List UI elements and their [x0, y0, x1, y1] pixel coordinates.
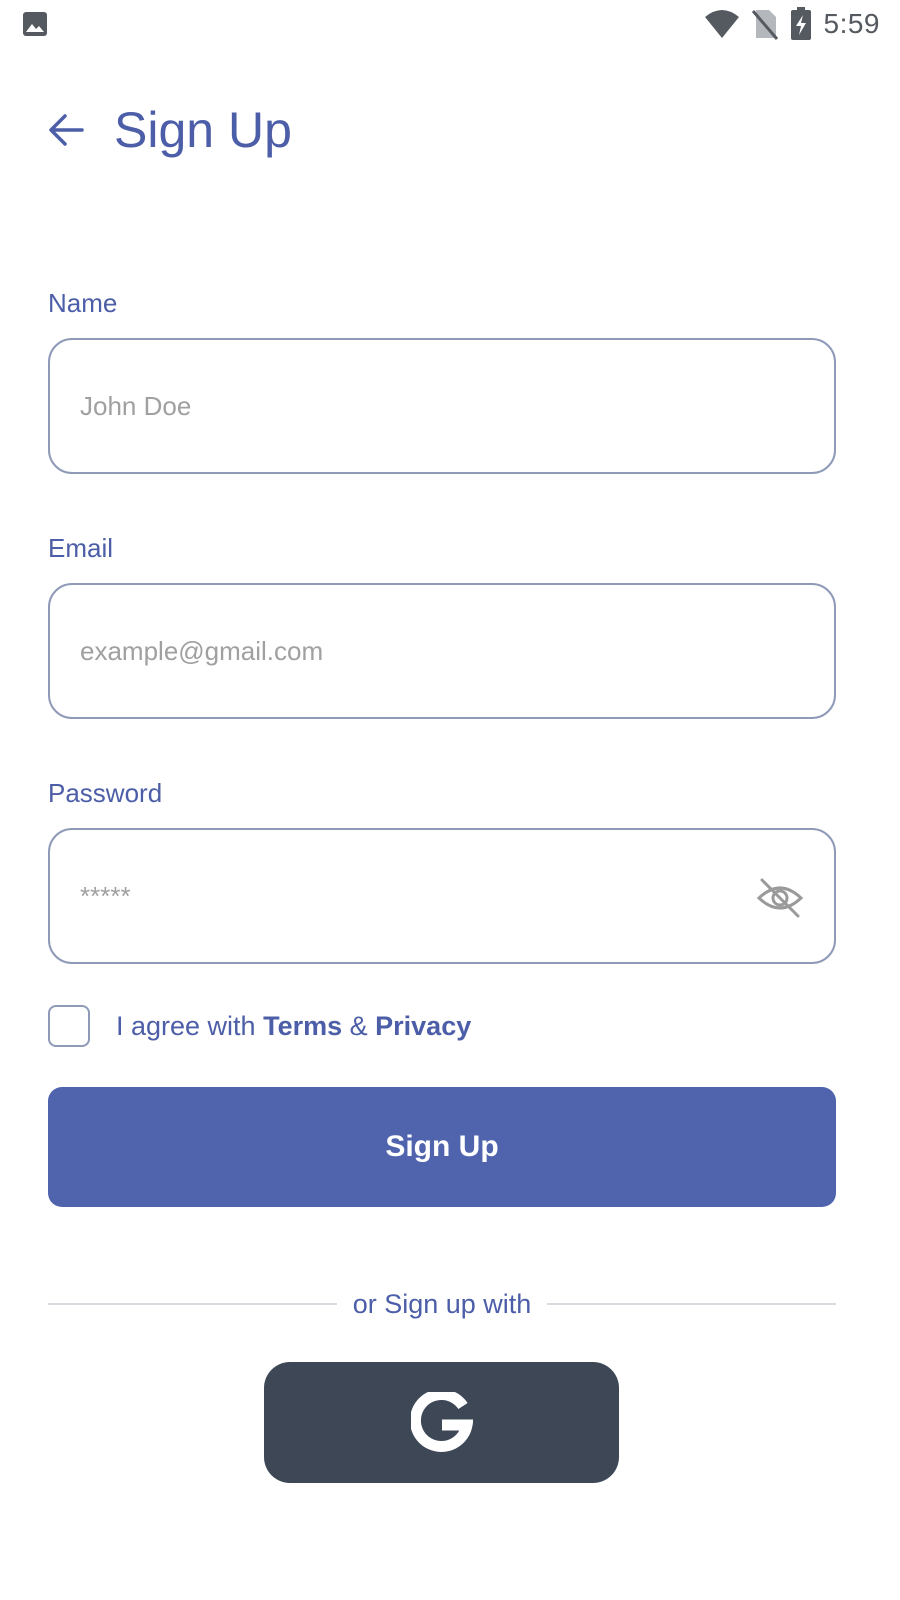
email-field[interactable] — [48, 583, 836, 719]
email-label: Email — [48, 533, 114, 563]
eye-off-icon[interactable] — [756, 874, 804, 922]
agree-checkbox[interactable] — [48, 1005, 90, 1047]
agree-joiner: & — [342, 1010, 376, 1041]
status-bar: 5:59 — [0, 0, 900, 48]
social-divider: or Sign up with — [48, 1284, 837, 1324]
arrow-left-icon — [49, 114, 84, 146]
header: Sign Up — [44, 95, 292, 165]
status-time: 5:59 — [823, 8, 880, 39]
name-label: Name — [48, 288, 118, 318]
name-field[interactable] — [48, 338, 836, 474]
signup-button[interactable]: Sign Up — [48, 1087, 836, 1207]
divider-line-right — [547, 1303, 837, 1305]
wifi-icon — [704, 10, 739, 38]
agree-prefix: I agree with — [116, 1010, 264, 1041]
google-icon — [410, 1391, 473, 1452]
divider-line-left — [48, 1303, 337, 1305]
battery-charging-icon — [790, 7, 811, 40]
no-sim-icon — [751, 10, 778, 40]
password-field[interactable] — [48, 828, 836, 964]
image-notification-icon — [23, 12, 47, 36]
password-input[interactable] — [80, 830, 720, 962]
divider-text: or Sign up with — [352, 1288, 532, 1319]
status-icons: 5:59 — [704, 6, 881, 42]
google-signup-button[interactable] — [264, 1362, 619, 1483]
email-input[interactable] — [80, 585, 720, 717]
privacy-link[interactable]: Privacy — [375, 1011, 471, 1041]
agree-row: I agree with Terms & Privacy — [48, 1004, 471, 1048]
back-button[interactable] — [44, 108, 88, 152]
agree-text: I agree with Terms & Privacy — [116, 1011, 471, 1042]
page-title: Sign Up — [114, 102, 292, 158]
terms-link[interactable]: Terms — [263, 1011, 342, 1041]
password-label: Password — [48, 778, 163, 808]
name-input[interactable] — [80, 340, 720, 472]
